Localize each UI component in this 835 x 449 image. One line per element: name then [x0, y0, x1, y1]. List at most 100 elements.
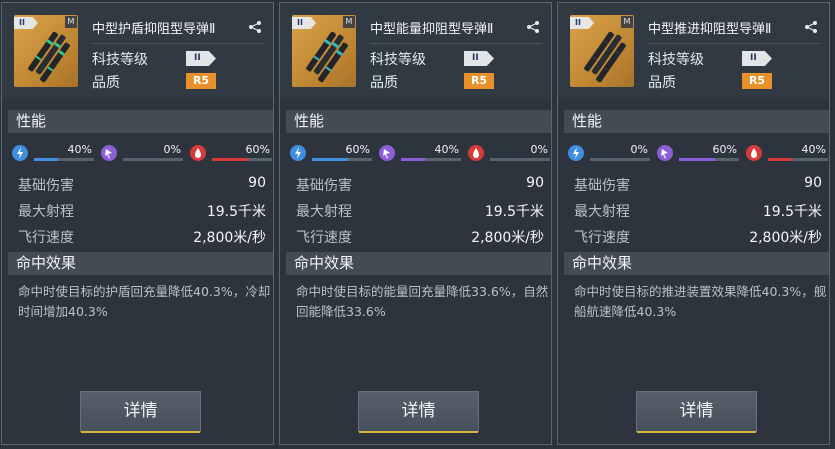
resist-value: 40% — [67, 143, 92, 156]
missile-thumbnail[interactable]: II M — [570, 15, 634, 87]
performance-section-header: 性能 — [286, 110, 551, 133]
share-icon[interactable] — [804, 20, 818, 34]
resist-psionic: 60% — [657, 143, 743, 163]
tech-level-label: 科技等级 — [648, 52, 704, 68]
fire-icon — [190, 145, 206, 161]
resist-electric: 60% — [290, 143, 376, 163]
electric-icon — [568, 145, 584, 161]
resistance-row: 40% 0% 60% — [12, 143, 272, 163]
stat-label: 基础伤害 — [574, 178, 630, 194]
resist-bar-fill — [34, 158, 58, 161]
missile-name: 中型护盾抑阻型导弹Ⅱ — [92, 22, 216, 37]
header-divider — [92, 43, 264, 44]
fire-icon — [468, 145, 484, 161]
resist-value: 60% — [245, 143, 270, 156]
stat-value: 90 — [248, 175, 266, 191]
resist-bar — [212, 158, 272, 161]
stat-label: 最大射程 — [574, 204, 630, 220]
missile-name: 中型推进抑阻型导弹Ⅱ — [648, 22, 772, 37]
resist-value: 0% — [530, 143, 548, 156]
share-icon[interactable] — [526, 20, 540, 34]
stat-label: 最大射程 — [296, 204, 352, 220]
missile-icon — [28, 31, 70, 83]
missile-card-1: II M 中型护盾抑阻型导弹Ⅱ 科技等级 II 品质 R5 性能 40% 0% … — [1, 2, 274, 445]
size-tag: M — [621, 16, 633, 28]
details-button[interactable]: 详情 — [358, 391, 479, 433]
quality-badge: R5 — [464, 73, 494, 89]
performance-section-header: 性能 — [564, 110, 829, 133]
missile-thumbnail[interactable]: II M — [292, 15, 356, 87]
quality-label: 品质 — [92, 75, 120, 91]
header-divider — [648, 43, 820, 44]
card-header: II M 中型能量抑阻型导弹Ⅱ 科技等级 II 品质 R5 — [280, 3, 551, 99]
stat-value: 2,800米/秒 — [471, 230, 544, 246]
missile-name: 中型能量抑阻型导弹Ⅱ — [370, 22, 494, 37]
missile-comparison-panel: II M 中型护盾抑阻型导弹Ⅱ 科技等级 II 品质 R5 性能 40% 0% … — [0, 0, 835, 449]
resist-electric: 0% — [568, 143, 654, 163]
stat-base-damage: 基础伤害 90 — [296, 175, 544, 195]
stat-value: 90 — [804, 175, 822, 191]
missile-icon — [306, 31, 348, 83]
stat-value: 19.5千米 — [762, 204, 822, 220]
resist-fire: 0% — [468, 143, 554, 163]
resist-value: 60% — [345, 143, 370, 156]
resist-bar — [401, 158, 461, 161]
resist-value: 60% — [712, 143, 737, 156]
stat-value: 19.5千米 — [206, 204, 266, 220]
tier-tag: II — [292, 17, 316, 29]
hit-effect-text: 命中时使目标的推进装置效果降低40.3%，舰船航速降低40.3% — [574, 284, 827, 319]
details-button[interactable]: 详情 — [80, 391, 201, 433]
stat-base-damage: 基础伤害 90 — [574, 175, 822, 195]
tech-level-badge: II — [464, 51, 494, 66]
stat-max-range: 最大射程 19.5千米 — [18, 201, 266, 221]
missile-thumbnail[interactable]: II M — [14, 15, 78, 87]
resist-bar-fill — [401, 158, 425, 161]
quality-label: 品质 — [370, 75, 398, 91]
details-button[interactable]: 详情 — [636, 391, 757, 433]
stat-label: 飞行速度 — [296, 230, 352, 246]
stat-value: 19.5千米 — [484, 204, 544, 220]
fire-icon — [746, 145, 762, 161]
electric-icon — [12, 145, 28, 161]
psionic-icon — [657, 145, 673, 161]
hit-effect-section-header: 命中效果 — [8, 252, 273, 275]
resist-electric: 40% — [12, 143, 98, 163]
tech-level-badge: II — [742, 51, 772, 66]
resist-bar — [34, 158, 94, 161]
stat-label: 飞行速度 — [18, 230, 74, 246]
resist-value: 0% — [630, 143, 648, 156]
stat-flight-speed: 飞行速度 2,800米/秒 — [574, 227, 822, 247]
resist-bar-fill — [212, 158, 248, 161]
resist-bar — [590, 158, 650, 161]
stat-value: 2,800米/秒 — [749, 230, 822, 246]
resist-value: 0% — [163, 143, 181, 156]
hit-effect-section-header: 命中效果 — [564, 252, 829, 275]
resist-bar-fill — [768, 158, 792, 161]
resist-bar — [768, 158, 828, 161]
quality-badge: R5 — [186, 73, 216, 89]
tech-level-badge: II — [186, 51, 216, 66]
tech-level-label: 科技等级 — [92, 52, 148, 68]
resist-fire: 60% — [190, 143, 276, 163]
share-icon[interactable] — [248, 20, 262, 34]
missile-icon — [584, 31, 626, 83]
resist-psionic: 0% — [101, 143, 187, 163]
stat-base-damage: 基础伤害 90 — [18, 175, 266, 195]
hit-effect-section-header: 命中效果 — [286, 252, 551, 275]
resist-value: 40% — [434, 143, 459, 156]
resist-bar — [679, 158, 739, 161]
stat-value: 90 — [526, 175, 544, 191]
psionic-icon — [379, 145, 395, 161]
hit-effect-text: 命中时使目标的护盾回充量降低40.3%，冷却时间增加40.3% — [18, 284, 271, 319]
resistance-row: 60% 40% 0% — [290, 143, 550, 163]
tier-tag: II — [14, 17, 38, 29]
card-header: II M 中型护盾抑阻型导弹Ⅱ 科技等级 II 品质 R5 — [2, 3, 273, 99]
resist-psionic: 40% — [379, 143, 465, 163]
electric-icon — [290, 145, 306, 161]
stat-flight-speed: 飞行速度 2,800米/秒 — [296, 227, 544, 247]
tech-level-label: 科技等级 — [370, 52, 426, 68]
quality-badge: R5 — [742, 73, 772, 89]
missile-card-3: II M 中型推进抑阻型导弹Ⅱ 科技等级 II 品质 R5 性能 0% 60% … — [557, 2, 830, 445]
stat-max-range: 最大射程 19.5千米 — [296, 201, 544, 221]
resist-value: 40% — [801, 143, 826, 156]
